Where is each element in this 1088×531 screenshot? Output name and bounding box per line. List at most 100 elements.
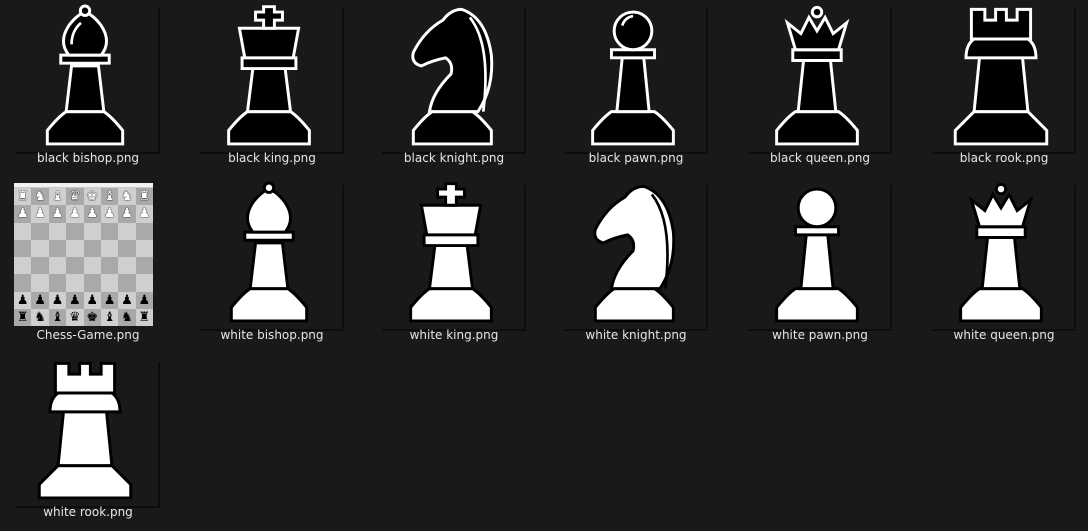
board-square: ♟ (135, 205, 153, 223)
board-piece-icon: ♜ (16, 189, 29, 205)
board-piece-icon: ♟ (103, 292, 116, 308)
board-square (31, 239, 49, 257)
board-square: ♞ (118, 188, 136, 206)
board-square (118, 257, 136, 275)
board-piece-icon: ♟ (121, 206, 133, 222)
file-item-white-knight[interactable]: white knight.png (548, 177, 732, 354)
board-piece-icon: ♜ (16, 309, 29, 325)
file-name: black king.png (228, 151, 316, 165)
board-square: ♟ (100, 291, 119, 309)
board-square (66, 274, 84, 292)
file-name: white queen.png (953, 328, 1055, 342)
board-square (14, 257, 32, 275)
board-square (14, 222, 32, 240)
white-queen-icon (928, 181, 1076, 331)
board-piece-icon: ♟ (51, 206, 64, 222)
file-item-white-rook[interactable]: white rook.png (0, 354, 184, 531)
file-name: black pawn.png (588, 151, 684, 165)
board-square (66, 239, 84, 257)
board-square: ♟ (66, 291, 84, 309)
board-piece-icon: ♚ (86, 189, 99, 205)
board-square: ♞ (31, 188, 49, 206)
board-piece-icon: ♟ (16, 292, 29, 308)
board-square: ♟ (48, 291, 67, 309)
board-piece-icon: ♟ (34, 292, 46, 308)
board-square: ♝ (100, 308, 119, 326)
board-square (31, 222, 49, 240)
file-item-black-knight[interactable]: black knight.png (366, 0, 550, 177)
file-name: black rook.png (959, 151, 1049, 165)
board-square: ♜ (14, 308, 32, 326)
file-item-white-king[interactable]: white king.png (366, 177, 550, 354)
board-square: ♟ (118, 205, 136, 223)
board-piece-icon: ♟ (86, 206, 99, 222)
black-knight-icon (378, 4, 526, 154)
board-square: ♟ (66, 205, 84, 223)
file-item-black-pawn[interactable]: black pawn.png (548, 0, 732, 177)
board-square (118, 222, 136, 240)
board-square (118, 274, 136, 292)
board-piece-icon: ♚ (86, 309, 99, 325)
board-piece-icon: ♟ (138, 206, 151, 222)
file-grid: black bishop.png black king.png black kn… (0, 0, 1088, 531)
black-queen-icon (744, 4, 892, 154)
board-square (100, 257, 119, 275)
black-pawn-icon (560, 4, 708, 154)
board-piece-icon: ♝ (51, 189, 64, 205)
white-rook-icon (12, 358, 160, 508)
file-name: white rook.png (43, 505, 133, 519)
file-item-white-queen[interactable]: white queen.png (916, 177, 1088, 354)
board-piece-icon: ♜ (138, 189, 151, 205)
file-item-black-bishop[interactable]: black bishop.png (0, 0, 184, 177)
board-piece-icon: ♟ (121, 292, 133, 308)
board-square (83, 239, 101, 257)
board-square: ♟ (118, 291, 136, 309)
board-square (48, 257, 67, 275)
white-pawn-icon (744, 181, 892, 331)
board-square: ♟ (31, 291, 49, 309)
board-square: ♟ (14, 291, 32, 309)
board-piece-icon: ♟ (103, 206, 116, 222)
white-king-icon (378, 181, 526, 331)
black-king-icon (196, 4, 344, 154)
board-piece-icon: ♟ (34, 206, 46, 222)
board-square (31, 274, 49, 292)
board-square: ♜ (14, 188, 32, 206)
file-name: white knight.png (585, 328, 687, 342)
board-square: ♝ (100, 188, 119, 206)
file-item-white-pawn[interactable]: white pawn.png (732, 177, 916, 354)
file-name: black knight.png (403, 151, 505, 165)
file-item-black-rook[interactable]: black rook.png (916, 0, 1088, 177)
chess-board-thumbnail: ♜ ♞ ♝ ♛ ♚ ♝ ♞ ♜ ♟ ♟ ♟ ♟ ♟ ♟ ♟ ♟ ♟ ♟ ♟ ♟ ♟ ♟ ♟ ♟ ♜ ♞ ♝ ♛ ♚ ♝ ♞ ♜ (14, 183, 153, 326)
file-name: white king.png (409, 328, 499, 342)
board-square (83, 274, 101, 292)
board-square: ♟ (135, 291, 153, 309)
board-piece-icon: ♞ (121, 189, 133, 205)
board-piece-icon: ♛ (68, 189, 81, 205)
file-item-black-king[interactable]: black king.png (184, 0, 368, 177)
board-piece-icon: ♟ (138, 292, 151, 308)
board-square (48, 222, 67, 240)
board-square: ♟ (31, 205, 49, 223)
board-piece-icon: ♝ (103, 189, 116, 205)
white-knight-icon (560, 181, 708, 331)
board-square (66, 257, 84, 275)
board-square: ♚ (83, 188, 101, 206)
board-square: ♟ (83, 205, 101, 223)
board-square: ♟ (100, 205, 119, 223)
board-square: ♟ (14, 205, 32, 223)
board-square (135, 257, 153, 275)
board-square: ♝ (48, 308, 67, 326)
board-square (118, 239, 136, 257)
board-square: ♞ (118, 308, 136, 326)
board-piece-icon: ♟ (68, 292, 81, 308)
file-item-black-queen[interactable]: black queen.png (732, 0, 916, 177)
board-piece-icon: ♞ (34, 309, 46, 325)
file-name: white bishop.png (220, 328, 324, 342)
board-piece-icon: ♛ (68, 309, 81, 325)
board-piece-icon: ♞ (34, 189, 46, 205)
board-square: ♚ (83, 308, 101, 326)
board-square (100, 239, 119, 257)
board-piece-icon: ♟ (51, 292, 64, 308)
file-item-white-bishop[interactable]: white bishop.png (184, 177, 368, 354)
